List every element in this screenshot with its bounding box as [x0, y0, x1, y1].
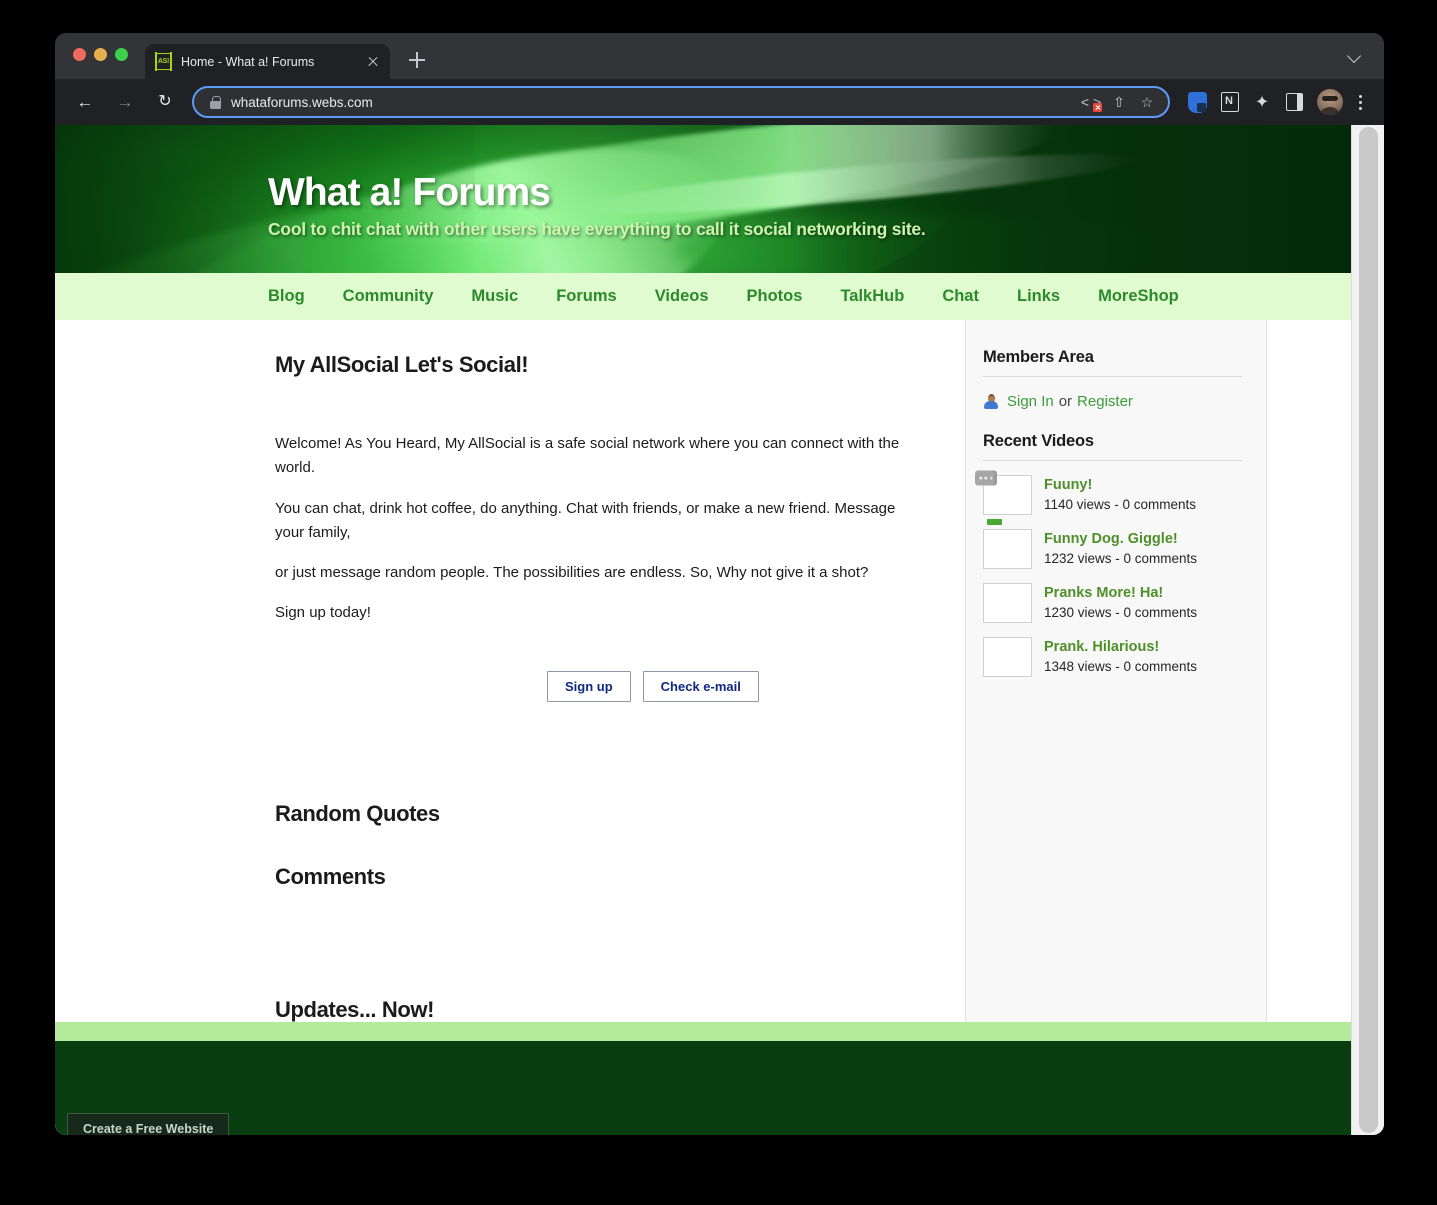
recent-videos-heading: Recent Videos: [983, 432, 1242, 461]
site-banner: What a! Forums Cool to chit chat with ot…: [55, 125, 1351, 273]
sign-up-button[interactable]: Sign up: [547, 670, 631, 702]
placeholder-thumbnail[interactable]: [979, 475, 1032, 515]
comments-heading: Comments: [275, 863, 386, 889]
banner-text-block: What a! Forums Cool to chit chat with ot…: [268, 171, 926, 240]
site-footer: Create a Free Website: [55, 1041, 1351, 1135]
main-column: My AllSocial Let's Social! Welcome! As Y…: [55, 320, 965, 1022]
nav-item-community[interactable]: Community: [343, 287, 434, 306]
page-viewport: What a! Forums Cool to chit chat with ot…: [55, 125, 1384, 1135]
nav-item-music[interactable]: Music: [471, 287, 518, 306]
profile-avatar[interactable]: [1317, 89, 1343, 115]
sign-in-link[interactable]: Sign In: [1007, 393, 1054, 410]
tab-title: Home - What a! Forums: [181, 54, 315, 69]
browser-toolbar: ← → ↻ whataforums.webs.com < > ⇧ ☆ N ✦: [55, 79, 1384, 125]
nav-item-moreshop[interactable]: MoreShop: [1098, 287, 1179, 306]
footer-accent-strip: [55, 1022, 1351, 1041]
video-title-link[interactable]: Pranks More! Ha!: [1044, 584, 1242, 602]
video-list-item[interactable]: Prank. Hilarious! 1348 views - 0 comment…: [983, 637, 1242, 677]
favicon-label: AS!: [157, 58, 170, 65]
side-panel-icon[interactable]: [1280, 88, 1308, 116]
intro-paragraph-3: or just message random people. The possi…: [275, 564, 869, 582]
hallway-thumbnail[interactable]: [983, 637, 1032, 677]
check-email-button[interactable]: Check e-mail: [642, 670, 759, 702]
site-title: What a! Forums: [268, 171, 551, 214]
forward-arrow-icon: →: [116, 92, 134, 112]
site-navigation: Blog Community Music Forums Videos Photo…: [55, 273, 1351, 320]
sidebar: Members Area Sign In or Register Recent …: [965, 320, 1267, 1022]
content-area: My AllSocial Let's Social! Welcome! As Y…: [55, 320, 1351, 1022]
star-icon[interactable]: ☆: [1134, 89, 1160, 115]
reload-icon: ↻: [158, 93, 172, 110]
nav-item-photos[interactable]: Photos: [747, 287, 803, 306]
video-stats: 1230 views - 0 comments: [1044, 605, 1198, 621]
extensions-area: ✦: [1184, 88, 1384, 116]
address-bar[interactable]: whataforums.webs.com < > ⇧ ☆: [192, 86, 1170, 118]
reload-button[interactable]: ↻: [149, 86, 181, 118]
intro-paragraph-2: You can chat, drink hot coffee, do anyth…: [275, 499, 896, 541]
nav-item-talkhub[interactable]: TalkHub: [840, 287, 904, 306]
scrollbar-thumb[interactable]: [1359, 127, 1378, 1133]
puzzle-extensions-icon[interactable]: ✦: [1248, 88, 1276, 116]
browser-window: AS! Home - What a! Forums ← → ↻ whatafor…: [55, 33, 1384, 1135]
forward-button[interactable]: →: [109, 86, 141, 118]
new-tab-icon[interactable]: [403, 46, 431, 74]
back-arrow-icon: ←: [76, 92, 94, 112]
video-stats: 1348 views - 0 comments: [1044, 659, 1198, 675]
nav-item-links[interactable]: Links: [1017, 287, 1060, 306]
maximize-window-button[interactable]: [115, 48, 128, 61]
nav-item-blog[interactable]: Blog: [268, 287, 305, 306]
code-blocked-icon[interactable]: < >: [1078, 89, 1104, 115]
action-button-row: Sign up Check e-mail: [547, 670, 965, 702]
intro-paragraph-4: Sign up today!: [275, 604, 371, 622]
video-title-link[interactable]: Fuuny!: [1044, 476, 1242, 494]
register-link[interactable]: Register: [1077, 393, 1133, 410]
members-auth-row: Sign In or Register: [983, 393, 1242, 410]
member-person-icon: [983, 394, 999, 410]
video-title-link[interactable]: Funny Dog. Giggle!: [1044, 530, 1242, 548]
url-text: whataforums.webs.com: [231, 94, 373, 110]
page-scrollbar[interactable]: [1351, 125, 1384, 1135]
browser-tab[interactable]: AS! Home - What a! Forums: [145, 44, 390, 79]
tab-search-chevron-icon[interactable]: [1348, 49, 1362, 63]
random-quotes-heading: Random Quotes: [275, 800, 440, 826]
notion-extension-icon[interactable]: [1216, 88, 1244, 116]
video-title-link[interactable]: Prank. Hilarious!: [1044, 638, 1242, 656]
close-window-button[interactable]: [73, 48, 86, 61]
members-area-heading: Members Area: [983, 348, 1242, 377]
right-gutter: [1267, 320, 1351, 1022]
site-tagline: Cool to chit chat with other users have …: [268, 218, 926, 239]
intro-paragraph-1: Welcome! As You Heard, My AllSocial is a…: [275, 435, 900, 477]
park-thumbnail[interactable]: [983, 583, 1032, 623]
allsocial-favicon: AS!: [155, 52, 172, 71]
create-free-website-button[interactable]: Create a Free Website: [67, 1113, 230, 1135]
intro-text-block: Welcome! As You Heard, My AllSocial is a…: [275, 432, 965, 626]
nav-item-chat[interactable]: Chat: [942, 287, 979, 306]
window-traffic-lights: [73, 48, 128, 61]
three-dot-menu-icon[interactable]: [1348, 88, 1372, 116]
nav-item-forums[interactable]: Forums: [556, 287, 617, 306]
updates-heading: Updates... Now!: [275, 996, 435, 1022]
video-stats: 1140 views - 0 comments: [1044, 497, 1197, 513]
shield-lock-extension-icon[interactable]: [1184, 88, 1212, 116]
browser-tab-strip: AS! Home - What a! Forums: [55, 33, 1384, 79]
video-list-item[interactable]: Pranks More! Ha! 1230 views - 0 comments: [983, 583, 1242, 623]
video-list-item[interactable]: Funny Dog. Giggle! 1232 views - 0 commen…: [983, 519, 1242, 569]
web-page: What a! Forums Cool to chit chat with ot…: [55, 125, 1351, 1135]
video-list-item[interactable]: Fuuny! 1140 views - 0 comments: [979, 475, 1242, 515]
minimize-window-button[interactable]: [94, 48, 107, 61]
back-button[interactable]: ←: [69, 86, 101, 118]
share-icon[interactable]: ⇧: [1106, 89, 1132, 115]
video-stats: 1232 views - 0 comments: [1044, 551, 1198, 567]
lock-icon: [210, 95, 221, 109]
nav-item-videos[interactable]: Videos: [655, 287, 709, 306]
dog-thumbnail[interactable]: [983, 519, 1032, 569]
page-title: My AllSocial Let's Social!: [275, 352, 529, 377]
or-separator: or: [1058, 393, 1073, 410]
blocked-badge-icon: [1093, 103, 1102, 112]
close-tab-icon[interactable]: [364, 53, 382, 71]
